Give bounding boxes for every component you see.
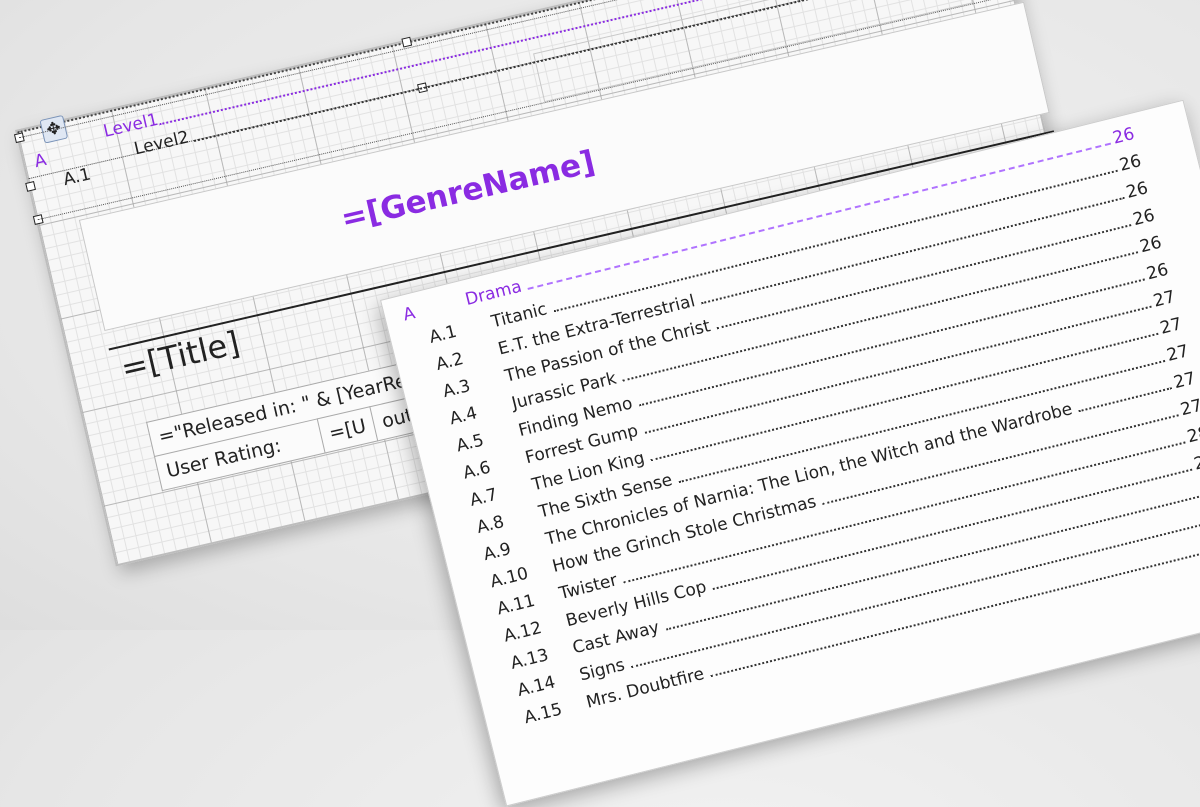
toc-page-number: 28 <box>1185 422 1200 448</box>
toc-page-number: 28 <box>1192 449 1200 475</box>
resize-handle[interactable] <box>25 181 36 192</box>
toc-level-a1-label: A.1 <box>61 164 93 191</box>
genre-name-field[interactable]: =[GenreName] <box>338 144 599 237</box>
toc-entry-number: A.15 <box>522 699 565 729</box>
toc-level-a-label: A <box>32 150 49 173</box>
